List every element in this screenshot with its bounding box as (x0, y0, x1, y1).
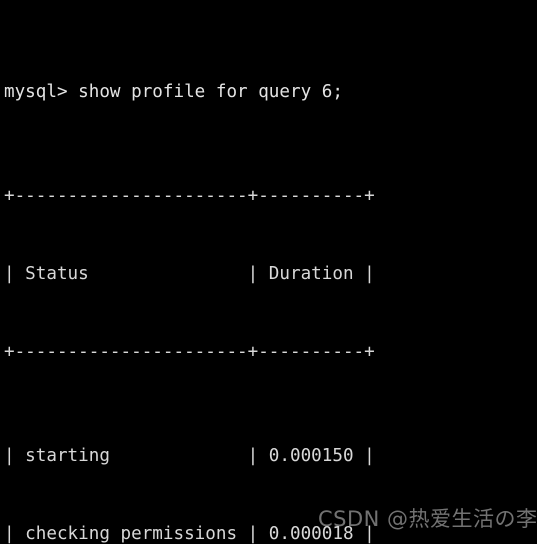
table-border-top: +----------------------+----------+ (4, 186, 375, 206)
table-row: | starting | 0.000150 | (4, 446, 375, 466)
command-prompt-line: mysql> show profile for query 6; (4, 82, 343, 102)
table-row: | checking permissions | 0.000018 | (4, 524, 375, 544)
table-border-header: +----------------------+----------+ (4, 342, 375, 362)
table-header-row: | Status | Duration | (4, 264, 375, 284)
terminal-screen[interactable]: mysql> show profile for query 6; +------… (4, 1, 537, 544)
terminal-window[interactable]: mysql> show profile for query 6; +------… (0, 0, 537, 544)
